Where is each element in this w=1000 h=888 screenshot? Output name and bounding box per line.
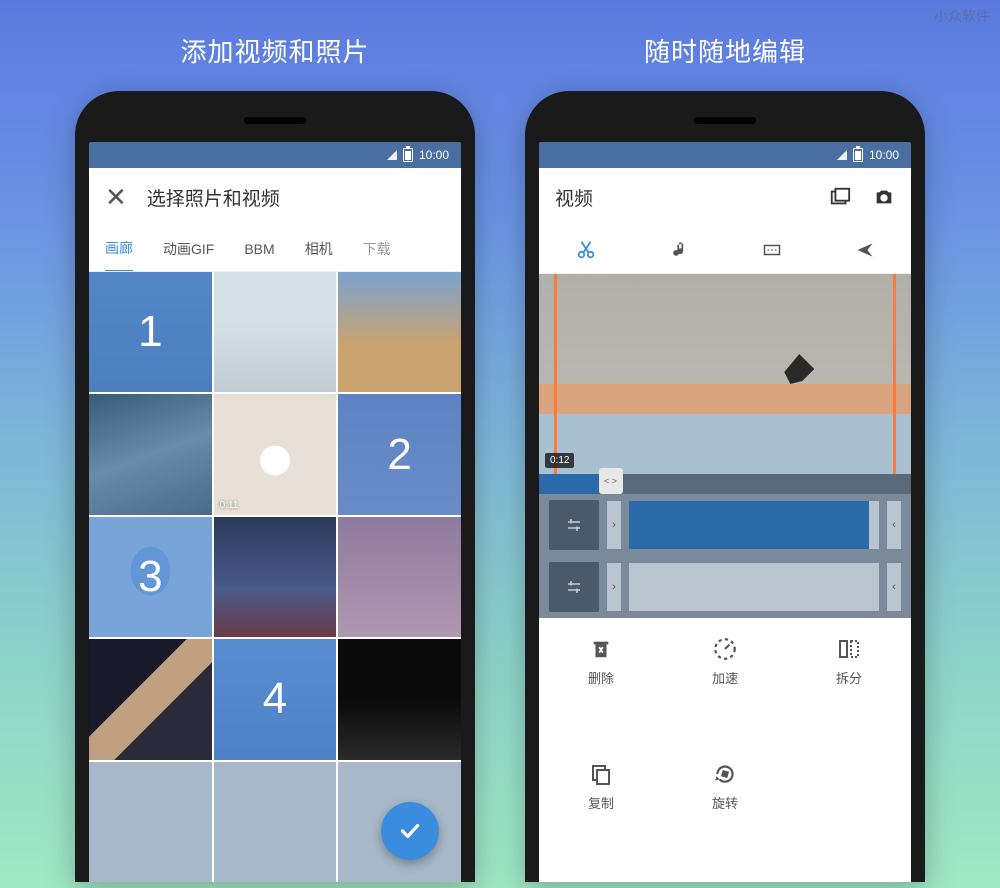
tab-camera[interactable]: 相机: [305, 227, 333, 271]
status-time: 10:00: [419, 148, 449, 162]
scrub-bar[interactable]: < >: [539, 474, 911, 494]
signal-icon: [387, 150, 397, 160]
delete-icon: [588, 636, 614, 662]
appbar-picker: ✕ 选择照片和视频: [89, 168, 461, 226]
editor-title: 视频: [555, 184, 809, 211]
grid-cell[interactable]: 4: [214, 639, 337, 759]
grid-cell[interactable]: [89, 394, 212, 514]
video-preview[interactable]: 0:12: [539, 274, 911, 474]
copy-icon: [588, 761, 614, 787]
tool-label: 旋转: [712, 793, 738, 812]
tab-music[interactable]: [667, 238, 691, 262]
grid-cell[interactable]: 2: [338, 394, 461, 514]
tool-label: 加速: [712, 668, 738, 687]
tool-grid: 删除 加速 拆分 复制: [539, 618, 911, 882]
timeline: < > › ‹ › ‹: [539, 474, 911, 618]
track-right-chevron-icon[interactable]: ‹: [887, 501, 901, 549]
tab-gallery[interactable]: 画廊: [105, 226, 133, 272]
track-thumbnail[interactable]: [549, 562, 599, 612]
tool-label: 拆分: [836, 668, 862, 687]
caption-add-media: 添加视频和照片: [180, 32, 369, 69]
grid-cell[interactable]: [89, 639, 212, 759]
tab-bbm[interactable]: BBM: [244, 229, 274, 269]
split-icon: [836, 636, 862, 662]
gallery-icon[interactable]: [829, 186, 851, 208]
status-time: 10:00: [869, 148, 899, 162]
tool-label: 复制: [588, 793, 614, 812]
picker-title: 选择照片和视频: [147, 184, 445, 211]
phone-frame-right: 10:00 视频: [525, 91, 925, 882]
caption-edit-anywhere: 随时随地编辑: [644, 32, 806, 69]
signal-icon: [837, 150, 847, 160]
speed-icon: [712, 636, 738, 662]
tool-delete[interactable]: 删除: [539, 636, 663, 739]
track-left-chevron-icon[interactable]: ›: [607, 501, 621, 549]
screen-editor: 10:00 视频: [539, 142, 911, 882]
check-icon: [397, 818, 423, 844]
preview-content: [784, 354, 814, 384]
editor-tabs: [539, 226, 911, 274]
tool-speed[interactable]: 加速: [663, 636, 787, 739]
watermark: 小众软件: [934, 6, 990, 26]
tool-copy[interactable]: 复制: [539, 761, 663, 864]
grid-cell[interactable]: 0:11: [214, 394, 337, 514]
phone-frame-left: 10:00 ✕ 选择照片和视频 画廊 动画GIF BBM 相机 下载: [75, 91, 475, 882]
picker-tabs: 画廊 动画GIF BBM 相机 下载: [89, 226, 461, 272]
media-grid: 1 0:11 2 3 4: [89, 272, 461, 882]
battery-icon: [403, 148, 413, 162]
grid-cell[interactable]: [338, 639, 461, 759]
battery-icon: [853, 148, 863, 162]
tab-text[interactable]: [760, 238, 784, 262]
timeline-track[interactable]: › ‹: [539, 556, 911, 618]
tab-downloads[interactable]: 下载: [363, 227, 391, 271]
grid-cell[interactable]: [89, 762, 212, 882]
grid-cell[interactable]: [214, 272, 337, 392]
preview-timestamp: 0:12: [545, 453, 574, 468]
tab-gif[interactable]: 动画GIF: [163, 227, 214, 271]
confirm-fab[interactable]: [381, 802, 439, 860]
trim-handle-right[interactable]: [893, 274, 896, 474]
scrub-handle[interactable]: < >: [599, 468, 623, 494]
track-thumbnail[interactable]: [549, 500, 599, 550]
grid-cell[interactable]: [338, 517, 461, 637]
phone-speaker: [694, 117, 756, 124]
timeline-track[interactable]: › ‹: [539, 494, 911, 556]
grid-cell[interactable]: 1: [89, 272, 212, 392]
tab-cut[interactable]: [574, 238, 598, 262]
camera-icon[interactable]: [873, 186, 895, 208]
tool-label: 删除: [588, 668, 614, 687]
track-left-chevron-icon[interactable]: ›: [607, 563, 621, 611]
trim-handle-left[interactable]: [554, 274, 557, 474]
grid-cell[interactable]: [338, 272, 461, 392]
statusbar: 10:00: [89, 142, 461, 168]
grid-cell[interactable]: 3: [89, 517, 212, 637]
grid-cell[interactable]: [214, 517, 337, 637]
screen-picker: 10:00 ✕ 选择照片和视频 画廊 动画GIF BBM 相机 下载: [89, 142, 461, 882]
tool-split[interactable]: 拆分: [787, 636, 911, 739]
close-button[interactable]: ✕: [105, 182, 127, 213]
phone-speaker: [244, 117, 306, 124]
grid-cell[interactable]: [214, 762, 337, 882]
tab-share[interactable]: [853, 238, 877, 262]
statusbar: 10:00: [539, 142, 911, 168]
track-right-chevron-icon[interactable]: ‹: [887, 563, 901, 611]
tool-rotate[interactable]: 旋转: [663, 761, 787, 864]
video-duration: 0:11: [220, 500, 239, 511]
rotate-icon: [712, 761, 738, 787]
appbar-editor: 视频: [539, 168, 911, 226]
